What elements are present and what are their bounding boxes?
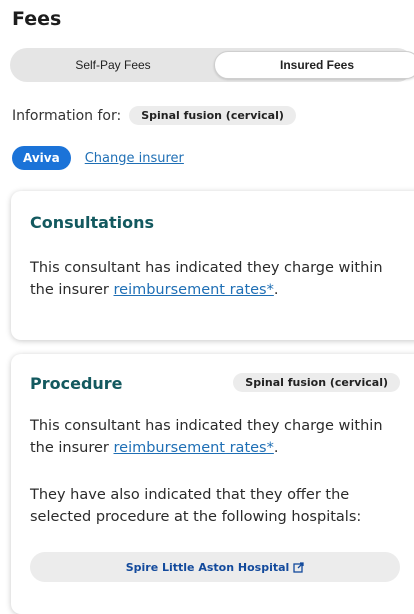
change-insurer-link[interactable]: Change insurer — [85, 151, 184, 166]
consultations-text-after: . — [273, 282, 279, 298]
procedure-text-after: . — [273, 440, 279, 456]
external-link-icon — [293, 561, 304, 573]
page-title: Fees — [12, 8, 62, 30]
procedure-title: Procedure — [30, 374, 123, 393]
consultations-text: This consultant has indicated they charg… — [30, 257, 410, 301]
consultations-title: Consultations — [30, 213, 155, 232]
reimbursement-rates-link[interactable]: reimbursement rates* — [114, 282, 274, 298]
insurer-row: Aviva Change insurer — [12, 146, 184, 170]
insurer-badge: Aviva — [12, 146, 71, 170]
fee-type-toggle: Self-Pay Fees Insured Fees — [10, 48, 414, 82]
procedure-text: This consultant has indicated they charg… — [30, 415, 410, 459]
information-label: Information for: — [12, 107, 122, 124]
procedure-card-chip: Spinal fusion (cervical) — [233, 373, 400, 392]
procedure-reimbursement-rates-link[interactable]: reimbursement rates* — [114, 440, 274, 456]
tab-insured-fees[interactable]: Insured Fees — [214, 51, 414, 79]
hospital-name: Spire Little Aston Hospital — [125, 560, 290, 574]
consultations-card: Consultations This consultant has indica… — [11, 191, 414, 340]
tab-self-pay-fees[interactable]: Self-Pay Fees — [13, 51, 213, 79]
information-row: Information for: Spinal fusion (cervical… — [12, 106, 296, 125]
procedure-chip: Spinal fusion (cervical) — [129, 106, 296, 125]
hospitals-intro-text: They have also indicated that they offer… — [30, 487, 362, 525]
procedure-card: Procedure Spinal fusion (cervical) This … — [11, 354, 414, 614]
hospital-link-button[interactable]: Spire Little Aston Hospital — [30, 552, 400, 582]
